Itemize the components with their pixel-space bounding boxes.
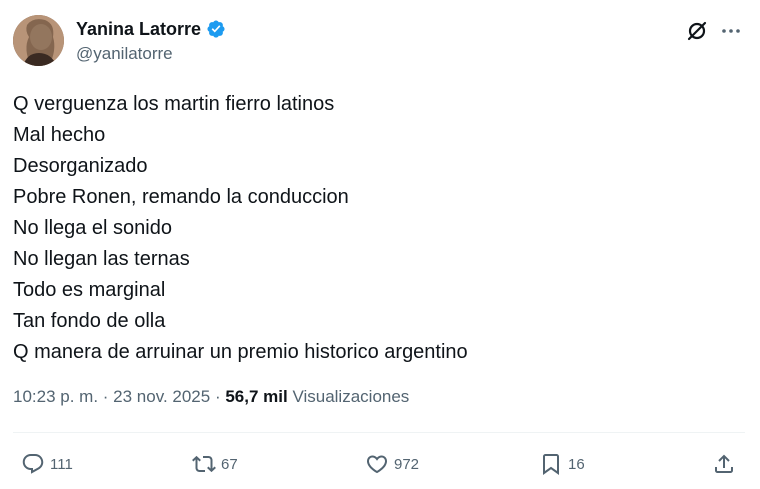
like-button[interactable]: 972 — [365, 450, 419, 478]
heart-icon — [366, 455, 388, 474]
author-handle[interactable]: @yanilatorre — [76, 44, 173, 64]
tweet-line: No llega el sonido — [13, 217, 172, 239]
share-icon — [715, 454, 733, 473]
tweet-card: Yanina Latorre @yanilatorre Q verguenza … — [0, 0, 760, 489]
retweet-icon — [192, 455, 216, 473]
reply-icon — [22, 454, 44, 474]
meta-separator: · — [98, 387, 114, 406]
tweet-line: Mal hecho — [13, 124, 106, 146]
tweet-line: Desorganizado — [13, 155, 148, 177]
reply-button[interactable]: 111 — [21, 450, 73, 478]
grok-icon[interactable] — [685, 19, 709, 43]
meta-separator: · — [210, 387, 226, 406]
divider — [13, 432, 745, 433]
tweet-line: No llegan las ternas — [13, 248, 190, 270]
views-label: Visualizaciones — [292, 387, 410, 406]
tweet-line: Pobre Ronen, remando la conduccion — [13, 186, 349, 208]
avatar-image — [13, 15, 64, 66]
tweet-text: Q verguenza los martin fierro latinos Ma… — [13, 89, 733, 368]
retweet-count: 67 — [221, 455, 238, 473]
author-name-row: Yanina Latorre — [76, 18, 226, 40]
tweet-line: Q verguenza los martin fierro latinos — [13, 93, 335, 115]
tweet-date[interactable]: 23 nov. 2025 — [113, 387, 210, 406]
tweet-line: Todo es marginal — [13, 279, 166, 301]
retweet-button[interactable]: 67 — [192, 450, 238, 478]
tweet-line: Q manera de arruinar un premio historico… — [13, 341, 468, 363]
avatar[interactable] — [13, 15, 64, 66]
views-count: 56,7 mil — [225, 387, 288, 406]
tweet-meta: 10:23 p. m. · 23 nov. 2025 · 56,7 mil Vi… — [13, 387, 409, 407]
tweet-time[interactable]: 10:23 p. m. — [13, 387, 98, 406]
tweet-line: Tan fondo de olla — [13, 310, 166, 332]
more-icon[interactable] — [719, 19, 743, 43]
reply-count: 111 — [50, 455, 73, 473]
share-button[interactable] — [712, 450, 736, 478]
bookmark-count: 16 — [568, 455, 585, 473]
verified-badge-icon — [206, 19, 226, 39]
bookmark-button[interactable]: 16 — [539, 450, 585, 478]
bookmark-icon — [543, 454, 559, 475]
like-count: 972 — [394, 455, 420, 473]
author-display-name[interactable]: Yanina Latorre — [76, 19, 201, 40]
